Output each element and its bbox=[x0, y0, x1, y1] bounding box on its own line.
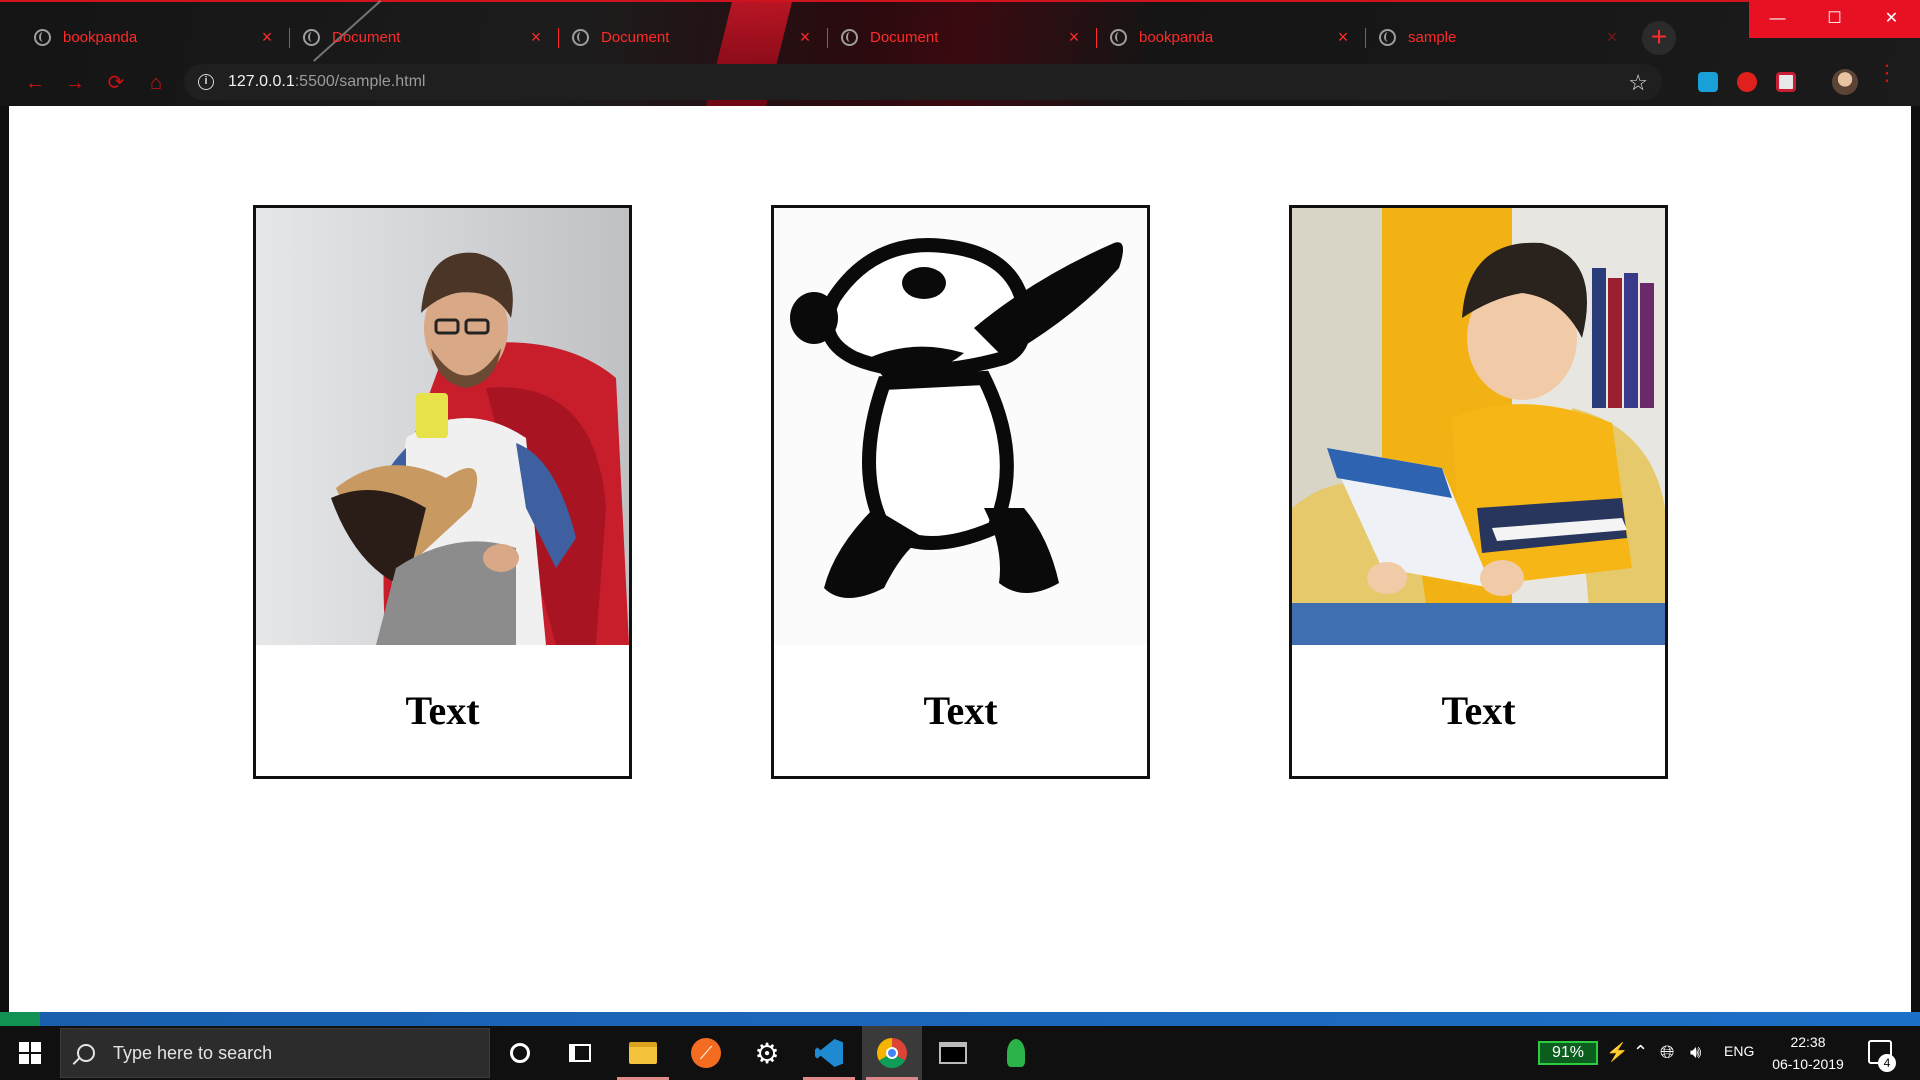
tab-title: bookpanda bbox=[63, 28, 138, 46]
url-path: :5500/sample.html bbox=[294, 73, 426, 90]
url-host: 127.0.0.1 bbox=[228, 73, 295, 90]
tab-close-icon[interactable]: × bbox=[797, 27, 813, 48]
start-button[interactable] bbox=[0, 1026, 60, 1080]
card-image-panda bbox=[774, 208, 1147, 645]
chrome-button[interactable] bbox=[862, 1026, 922, 1080]
new-tab-button[interactable]: + bbox=[1642, 21, 1676, 55]
tab-document-1[interactable]: Document × bbox=[289, 18, 558, 56]
chrome-accent-line bbox=[0, 0, 1920, 2]
windows-taskbar: Type here to search ⟋ ⚙ 91% ⚡ ⌃ 🌐︎ 🔊︎ EN… bbox=[0, 1026, 1920, 1080]
browser-chrome: bookpanda × Document × Document × Docume… bbox=[0, 0, 1920, 106]
cortana-icon bbox=[510, 1043, 530, 1063]
window-border-left bbox=[0, 106, 9, 1020]
windows-logo-icon bbox=[19, 1042, 41, 1064]
file-explorer-button[interactable] bbox=[613, 1026, 673, 1080]
notification-count-badge: 4 bbox=[1878, 1054, 1896, 1072]
card: Text bbox=[253, 205, 632, 779]
chrome-icon bbox=[877, 1038, 907, 1068]
tab-title: bookpanda bbox=[1139, 28, 1214, 46]
power-plug-icon: ⚡ bbox=[1606, 1042, 1629, 1062]
taskbar-search-box[interactable]: Type here to search bbox=[60, 1028, 490, 1078]
card-caption: Text bbox=[405, 688, 480, 733]
back-icon[interactable]: ← bbox=[22, 70, 48, 96]
man-reading-illustration bbox=[256, 208, 629, 645]
globe-icon bbox=[34, 28, 51, 46]
tab-close-icon[interactable]: × bbox=[1335, 27, 1351, 48]
orange-app-icon: ⟋ bbox=[691, 1038, 721, 1068]
boy-reading-illustration bbox=[1292, 208, 1665, 645]
window-border-bottom bbox=[0, 1012, 1920, 1026]
card: Text bbox=[771, 205, 1150, 779]
vscode-icon bbox=[815, 1039, 843, 1067]
window-controls: — ☐ ✕ bbox=[1749, 0, 1920, 38]
menu-dots-icon[interactable]: ⋮ bbox=[1876, 62, 1898, 84]
forward-icon[interactable]: → bbox=[62, 70, 88, 96]
globe-icon bbox=[572, 28, 589, 46]
tab-close-icon[interactable]: × bbox=[259, 27, 275, 48]
language-indicator[interactable]: ENG bbox=[1724, 1043, 1754, 1059]
extension-pocket-icon[interactable] bbox=[1776, 72, 1796, 92]
tab-sample[interactable]: sample × bbox=[1365, 18, 1634, 56]
tab-close-icon[interactable]: × bbox=[1604, 27, 1620, 48]
dabbing-panda-illustration bbox=[774, 208, 1147, 645]
card-caption: Text bbox=[923, 688, 998, 733]
close-window-button[interactable]: ✕ bbox=[1863, 0, 1920, 38]
globe-icon bbox=[303, 28, 320, 46]
vscode-button[interactable] bbox=[799, 1026, 859, 1080]
volume-icon[interactable]: 🔊︎ bbox=[1690, 1042, 1701, 1063]
card-image-boy-reading bbox=[1292, 208, 1665, 645]
info-icon[interactable]: i bbox=[198, 74, 214, 90]
tab-bookpanda-2[interactable]: bookpanda × bbox=[1096, 18, 1365, 56]
tab-close-icon[interactable]: × bbox=[1066, 27, 1082, 48]
task-view-icon bbox=[569, 1044, 591, 1062]
tab-document-3[interactable]: Document × bbox=[827, 18, 1096, 56]
terminal-button[interactable] bbox=[923, 1026, 983, 1080]
profile-avatar[interactable] bbox=[1832, 69, 1858, 95]
reload-icon[interactable]: ⟳ bbox=[103, 70, 129, 96]
tab-strip: bookpanda × Document × Document × Docume… bbox=[20, 18, 1634, 58]
globe-icon bbox=[1379, 28, 1396, 46]
minimize-button[interactable]: — bbox=[1749, 0, 1806, 38]
card-image-man-reading bbox=[256, 208, 629, 645]
bookmark-star-icon[interactable]: ☆ bbox=[1628, 70, 1648, 96]
clock-date: 06-10-2019 bbox=[1772, 1056, 1844, 1072]
extension-translate-icon[interactable] bbox=[1698, 72, 1718, 92]
network-globe-icon[interactable]: 🌐︎ bbox=[1660, 1042, 1674, 1063]
search-icon bbox=[77, 1044, 95, 1062]
browser-toolbar: ← → ⟳ ⌂ i 127.0.0.1 :5500/sample.html ☆ … bbox=[0, 60, 1920, 106]
home-icon[interactable]: ⌂ bbox=[143, 70, 169, 96]
rocket-app-button[interactable] bbox=[986, 1026, 1046, 1080]
cortana-button[interactable] bbox=[490, 1026, 550, 1080]
rocket-app-icon bbox=[1007, 1039, 1025, 1067]
tab-title: Document bbox=[870, 28, 939, 46]
maximize-button[interactable]: ☐ bbox=[1806, 0, 1863, 38]
chevron-up-icon[interactable]: ⌃ bbox=[1633, 1042, 1648, 1063]
tab-title: Document bbox=[332, 28, 401, 46]
globe-icon bbox=[1110, 28, 1127, 46]
system-clock[interactable]: 22:38 06-10-2019 bbox=[1766, 1031, 1850, 1075]
window-border-right bbox=[1911, 106, 1920, 1020]
tab-close-icon[interactable]: × bbox=[528, 27, 544, 48]
gear-icon: ⚙ bbox=[754, 1037, 780, 1069]
search-placeholder: Type here to search bbox=[113, 1042, 273, 1063]
card: Text bbox=[1289, 205, 1668, 779]
terminal-icon bbox=[939, 1042, 967, 1064]
tab-document-2[interactable]: Document × bbox=[558, 18, 827, 56]
clock-time: 22:38 bbox=[1790, 1034, 1826, 1050]
orange-app-button[interactable]: ⟋ bbox=[676, 1026, 736, 1080]
folder-icon bbox=[629, 1042, 657, 1064]
extension-adblock-icon[interactable] bbox=[1737, 72, 1757, 92]
battery-indicator[interactable]: 91% bbox=[1538, 1041, 1598, 1065]
tab-title: sample bbox=[1408, 28, 1457, 46]
tab-bookpanda-1[interactable]: bookpanda × bbox=[20, 18, 289, 56]
address-bar[interactable]: i 127.0.0.1 :5500/sample.html ☆ bbox=[184, 64, 1662, 100]
tab-title: Document bbox=[601, 28, 670, 46]
globe-icon bbox=[841, 28, 858, 46]
task-view-button[interactable] bbox=[550, 1026, 610, 1080]
card-caption: Text bbox=[1441, 688, 1516, 733]
settings-button[interactable]: ⚙ bbox=[737, 1026, 797, 1080]
